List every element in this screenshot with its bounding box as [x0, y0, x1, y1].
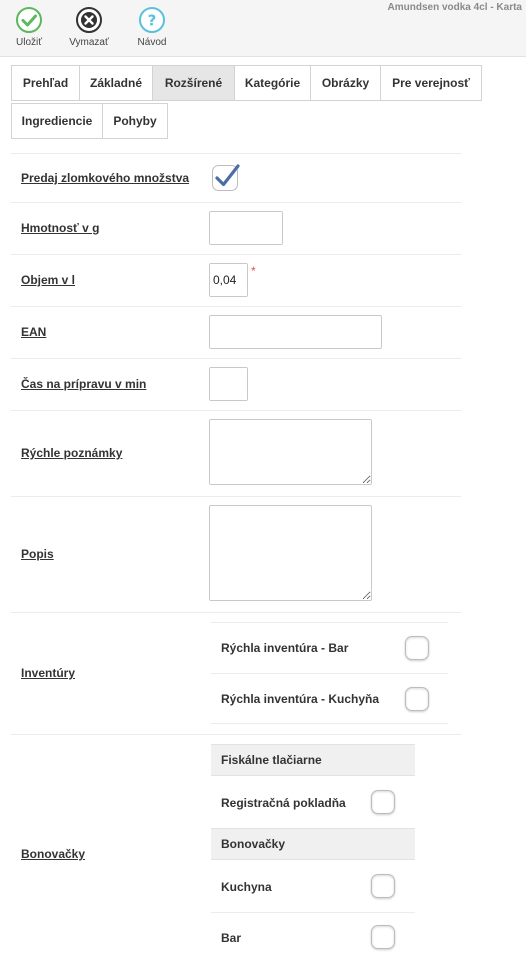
- delete-label: Vymazať: [69, 37, 109, 48]
- tab-zakladne[interactable]: Základné: [79, 65, 153, 101]
- help-label: Návod: [137, 37, 167, 48]
- cash-register-checkbox[interactable]: [371, 790, 395, 814]
- row-divider: [11, 254, 461, 255]
- volume-input[interactable]: [209, 263, 248, 297]
- cash-register-label: Registračná pokladňa: [221, 796, 346, 810]
- delete-button[interactable]: Vymazať: [61, 6, 117, 48]
- close-circle-icon: [76, 7, 102, 33]
- row-divider: [11, 306, 461, 307]
- save-label: Uložiť: [16, 37, 42, 48]
- tab-prehlad[interactable]: Prehľad: [11, 65, 80, 101]
- inventory-bar-label: Rýchla inventúra - Bar: [221, 641, 349, 655]
- inventory-kitchen-checkbox[interactable]: [405, 687, 429, 711]
- tab-obrazky[interactable]: Obrázky: [310, 65, 381, 101]
- bar-printer-checkbox[interactable]: [371, 925, 395, 949]
- toolbar: Uložiť Vymazať ? Návod Amundsen vodka 4c…: [0, 0, 526, 57]
- row-divider: [11, 153, 461, 154]
- fractional-sale-checkbox[interactable]: [211, 162, 241, 192]
- row-divider: [11, 612, 461, 613]
- bon-printers-header: Bonovačky: [211, 828, 415, 860]
- row-divider: [11, 734, 461, 735]
- inventory-bar-checkbox[interactable]: [405, 636, 429, 660]
- quick-notes-textarea[interactable]: [209, 419, 372, 485]
- row-divider: [11, 358, 461, 359]
- help-button[interactable]: ? Návod: [124, 6, 180, 48]
- ean-label: EAN: [21, 325, 47, 339]
- row-divider: [11, 202, 461, 203]
- tab-ingrediencie[interactable]: Ingrediencie: [11, 103, 103, 139]
- question-circle-icon: ?: [139, 7, 165, 33]
- volume-label: Objem v l: [21, 273, 76, 287]
- tab-pre-verejnost[interactable]: Pre verejnosť: [380, 65, 482, 101]
- checkmark-circle-icon: [16, 7, 42, 33]
- tab-pohyby[interactable]: Pohyby: [102, 103, 168, 139]
- sub-divider: [211, 912, 415, 913]
- kitchen-printer-checkbox[interactable]: [371, 874, 395, 898]
- prep-time-label: Čas na prípravu v min: [21, 377, 147, 391]
- sub-divider: [211, 622, 448, 623]
- inventory-kitchen-label: Rýchla inventúra - Kuchyňa: [221, 692, 380, 706]
- fiscal-printers-header: Fiskálne tlačiarne: [211, 744, 415, 776]
- sub-divider: [211, 673, 448, 674]
- sub-divider: [211, 723, 448, 724]
- window-title: Amundsen vodka 4cl - Karta: [387, 2, 522, 13]
- row-divider: [11, 410, 461, 411]
- description-textarea[interactable]: [209, 505, 372, 601]
- prep-time-input[interactable]: [209, 367, 248, 401]
- tab-rozsirene[interactable]: Rozšírené: [152, 65, 235, 101]
- weight-label: Hmotnosť v g: [21, 221, 100, 235]
- required-mark: *: [251, 264, 256, 278]
- bar-printer-label: Bar: [221, 931, 242, 945]
- svg-text:?: ?: [148, 12, 157, 30]
- quick-notes-label: Rýchle poznámky: [21, 446, 123, 460]
- ean-input[interactable]: [209, 315, 382, 349]
- save-button[interactable]: Uložiť: [1, 6, 57, 48]
- printers-label: Bonovačky: [21, 847, 86, 861]
- row-divider: [11, 496, 461, 497]
- kitchen-printer-label: Kuchyna: [221, 880, 272, 894]
- tab-kategorie[interactable]: Kategórie: [234, 65, 311, 101]
- inventories-label: Inventúry: [21, 666, 76, 680]
- description-label: Popis: [21, 547, 54, 561]
- weight-input[interactable]: [209, 211, 283, 245]
- fractional-sale-label: Predaj zlomkového množstva: [21, 171, 190, 185]
